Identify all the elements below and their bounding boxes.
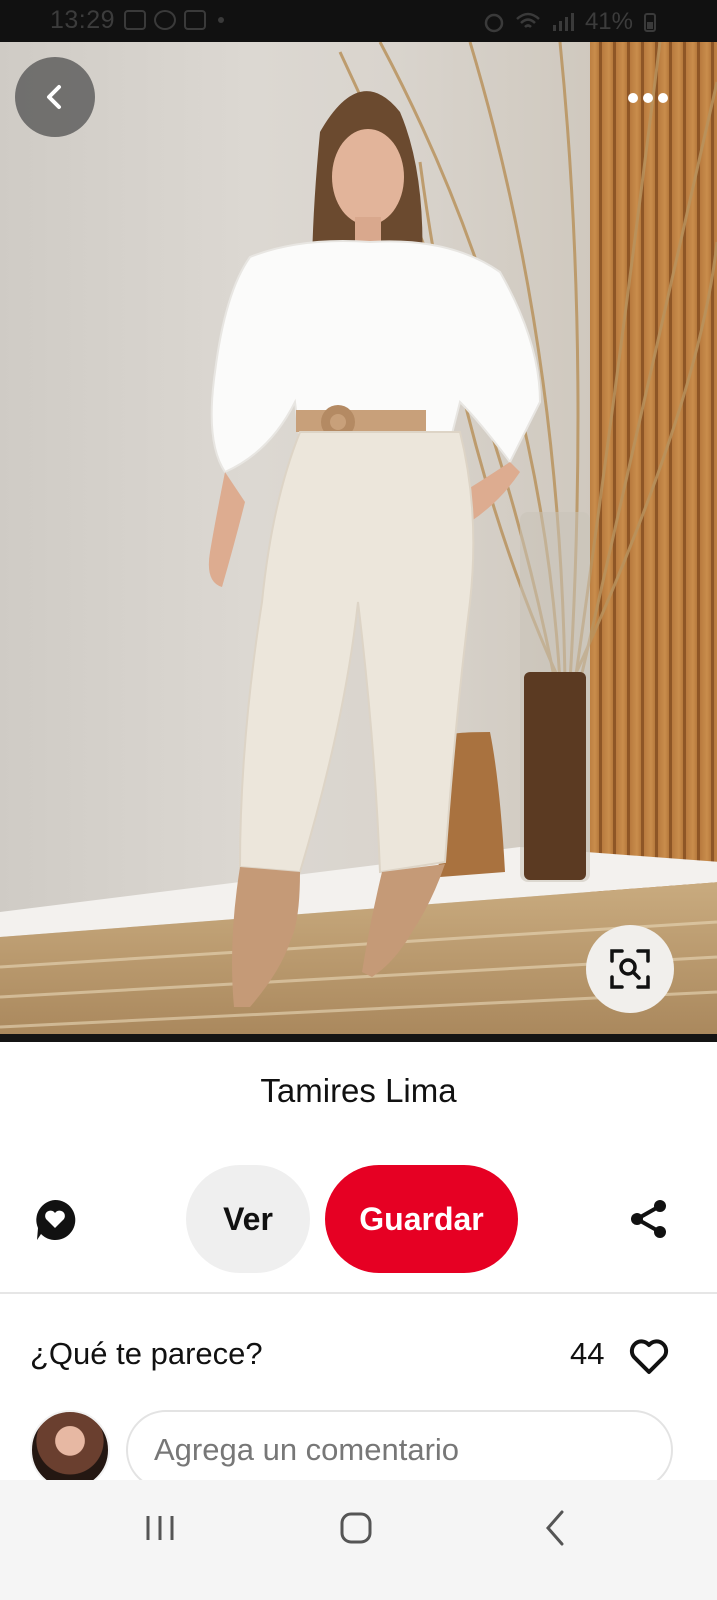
pin-image[interactable] xyxy=(0,42,717,1040)
alarm-icon xyxy=(484,13,504,33)
visual-search-button[interactable] xyxy=(586,925,674,1013)
recents-icon[interactable] xyxy=(140,1510,180,1546)
image-bottom-edge xyxy=(0,1034,717,1042)
comment-button[interactable] xyxy=(33,1198,77,1242)
back-icon[interactable] xyxy=(540,1508,570,1548)
status-time: 13:29 xyxy=(50,6,116,34)
share-icon xyxy=(631,1200,666,1238)
home-icon[interactable] xyxy=(338,1510,374,1546)
avatar xyxy=(30,1410,110,1490)
system-nav-bar xyxy=(0,1480,717,1600)
more-dots-icon xyxy=(628,93,668,103)
back-button[interactable] xyxy=(15,57,95,137)
reaction-prompt: ¿Qué te parece? xyxy=(30,1336,263,1371)
pin-photo-illustration xyxy=(0,42,717,1040)
react-button[interactable] xyxy=(628,1336,670,1376)
status-bar: 13:29 41% xyxy=(0,0,717,42)
view-button[interactable]: Ver xyxy=(186,1165,310,1273)
signal-icon xyxy=(552,13,574,31)
youtube-icon xyxy=(184,10,206,30)
gallery-icon xyxy=(124,10,146,30)
comment-input[interactable] xyxy=(126,1410,673,1490)
heart-outline-icon xyxy=(629,1339,669,1374)
reaction-count[interactable]: 44 xyxy=(570,1336,604,1372)
more-options-button[interactable] xyxy=(620,80,676,116)
status-icons-right: 41% xyxy=(483,8,657,36)
status-icons-left xyxy=(124,10,224,30)
share-button[interactable] xyxy=(628,1198,670,1240)
visual-search-icon xyxy=(610,949,650,989)
whatsapp-icon xyxy=(154,10,176,30)
section-divider xyxy=(0,1292,717,1294)
wifi-icon xyxy=(516,12,540,28)
save-button[interactable]: Guardar xyxy=(325,1165,518,1273)
pin-author-name[interactable]: Tamires Lima xyxy=(0,1072,717,1110)
battery-icon xyxy=(644,13,656,32)
chevron-left-icon xyxy=(47,85,61,109)
battery-level: 41% xyxy=(584,8,633,35)
dot-icon xyxy=(218,17,224,23)
comment-heart-icon xyxy=(36,1199,76,1240)
